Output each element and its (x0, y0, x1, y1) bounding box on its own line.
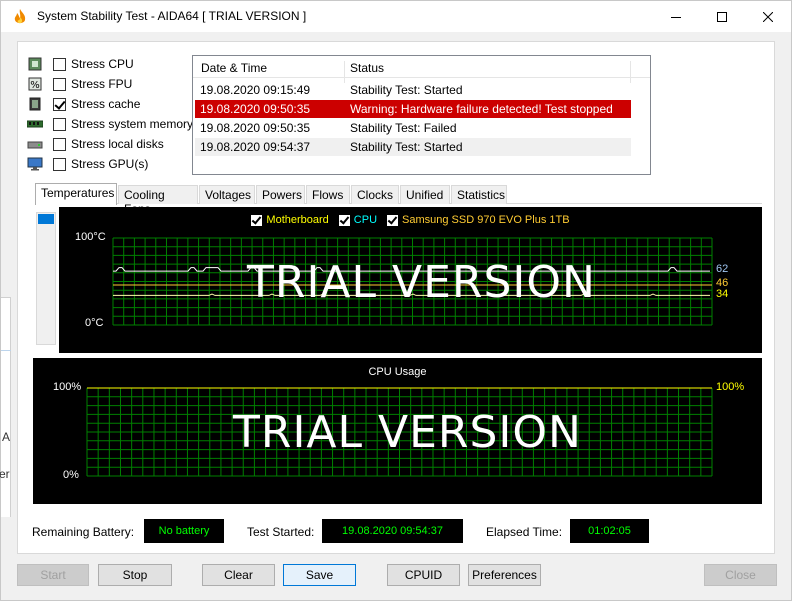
temperature-graph: Motherboard CPU Samsung SSD 970 EVO Plus… (59, 207, 762, 353)
save-button[interactable]: Save (283, 564, 356, 586)
log-row[interactable]: 19.08.2020 09:15:49 Stability Test: Star… (195, 81, 631, 99)
graph-scrollbar[interactable] (36, 212, 56, 345)
memory-module-icon (27, 120, 43, 128)
start-button[interactable]: Start (17, 564, 89, 586)
close-icon (763, 11, 773, 22)
background-window-edge: A er (0, 297, 11, 517)
clear-button[interactable]: Clear (202, 564, 275, 586)
tab-powers[interactable]: Powers (256, 185, 305, 204)
cpu-current-value: 100% (716, 381, 745, 393)
stress-cpu-label: Stress CPU (71, 57, 134, 71)
stress-memory-option[interactable]: Stress system memory (27, 114, 193, 134)
log-row-status: Warning: Hardware failure detected! Test… (350, 102, 613, 116)
stress-gpu-option[interactable]: Stress GPU(s) (27, 154, 148, 174)
minimize-icon (671, 16, 681, 18)
stress-fpu-checkbox[interactable] (53, 77, 66, 91)
stress-cpu-checkbox[interactable] (53, 57, 66, 71)
log-row-date: 19.08.2020 09:15:49 (200, 83, 311, 97)
close-button[interactable]: Close (704, 564, 777, 586)
tab-voltages[interactable]: Voltages (199, 185, 255, 204)
tab-unified[interactable]: Unified (400, 185, 450, 204)
svg-text:%: % (30, 80, 40, 91)
edge-fragment-2: er (0, 467, 10, 481)
aida64-stability-window: System Stability Test - AIDA64 [ TRIAL V… (0, 0, 792, 601)
stress-memory-label: Stress system memory (71, 117, 194, 131)
preferences-button[interactable]: Preferences (468, 564, 541, 586)
stress-cache-option[interactable]: Stress cache (27, 94, 140, 114)
edge-fragment-1: A (2, 430, 11, 444)
elapsed-time-label: Elapsed Time: (486, 525, 563, 539)
stop-button[interactable]: Stop (98, 564, 172, 586)
elapsed-time-value: 01:02:05 (570, 519, 649, 543)
cache-chip-icon (29, 97, 41, 111)
title-bar[interactable]: System Stability Test - AIDA64 [ TRIAL V… (1, 1, 791, 32)
log-row-status: Stability Test: Started (350, 83, 463, 97)
log-header-separator-2 (630, 61, 631, 83)
cpu-usage-graph: CPU Usage 100% 0% TRIAL VERSION 100% (33, 358, 762, 504)
stress-disks-label: Stress local disks (71, 137, 164, 151)
trial-watermark-cpu: TRIAL VERSION (233, 407, 582, 458)
stress-disks-checkbox[interactable] (53, 137, 66, 151)
cpu-chip-icon (28, 57, 42, 71)
log-header-status[interactable]: Status (350, 61, 384, 75)
tab-cooling-fans[interactable]: Cooling Fans (118, 185, 198, 216)
stress-fpu-option[interactable]: % Stress FPU (27, 74, 132, 94)
log-header-separator (344, 61, 345, 83)
log-row-warning[interactable]: 19.08.2020 09:50:35 Warning: Hardware fa… (195, 100, 631, 118)
minimize-button[interactable] (653, 1, 699, 32)
log-row-status: Stability Test: Started (350, 140, 463, 154)
stress-fpu-label: Stress FPU (71, 77, 133, 91)
log-header-date[interactable]: Date & Time (201, 61, 267, 75)
battery-value: No battery (144, 519, 224, 543)
stress-gpu-label: Stress GPU(s) (71, 157, 149, 171)
trial-watermark-temp: TRIAL VERSION (247, 257, 596, 308)
tab-clocks[interactable]: Clocks (351, 185, 399, 204)
tab-temperatures[interactable]: Temperatures (35, 183, 117, 205)
battery-label: Remaining Battery: (32, 525, 135, 539)
log-row-date: 19.08.2020 09:54:37 (200, 140, 311, 154)
graph-scrollbar-thumb[interactable] (38, 214, 54, 224)
aida64-flame-icon (14, 9, 26, 24)
monitor-gpu-icon (27, 157, 43, 171)
stress-cache-label: Stress cache (71, 97, 141, 111)
stress-cache-checkbox[interactable] (53, 97, 66, 111)
log-row-date: 19.08.2020 09:50:35 (200, 102, 311, 116)
fpu-percent-icon: % (28, 77, 42, 91)
log-row-status: Stability Test: Failed (350, 121, 457, 135)
maximize-button[interactable] (699, 1, 745, 32)
log-row[interactable]: 19.08.2020 09:50:35 Stability Test: Fail… (195, 119, 631, 137)
test-started-label: Test Started: (247, 525, 315, 539)
main-panel: Stress CPU % Stress FPU Stress cache Str… (17, 41, 775, 554)
close-window-button[interactable] (745, 1, 791, 32)
status-bar: Remaining Battery: No battery Test Start… (18, 516, 774, 546)
temp-value-34: 34 (716, 288, 729, 300)
stress-disks-option[interactable]: Stress local disks (27, 134, 164, 154)
maximize-icon (717, 11, 727, 22)
log-header: Date & Time Status (193, 56, 650, 83)
event-log-table[interactable]: Date & Time Status 19.08.2020 09:15:49 S… (192, 55, 651, 175)
tab-flows[interactable]: Flows (306, 185, 350, 204)
log-row-date: 19.08.2020 09:50:35 (200, 121, 311, 135)
temp-value-62: 62 (716, 263, 729, 275)
log-row[interactable]: 19.08.2020 09:54:37 Stability Test: Star… (195, 138, 631, 156)
tab-statistics[interactable]: Statistics (451, 185, 507, 204)
stress-memory-checkbox[interactable] (53, 117, 66, 131)
cpuid-button[interactable]: CPUID (387, 564, 460, 586)
hard-disk-icon (27, 141, 43, 149)
window-title: System Stability Test - AIDA64 [ TRIAL V… (37, 9, 307, 23)
stress-gpu-checkbox[interactable] (53, 157, 66, 171)
test-started-value: 19.08.2020 09:54:37 (322, 519, 463, 543)
stress-cpu-option[interactable]: Stress CPU (27, 54, 134, 74)
